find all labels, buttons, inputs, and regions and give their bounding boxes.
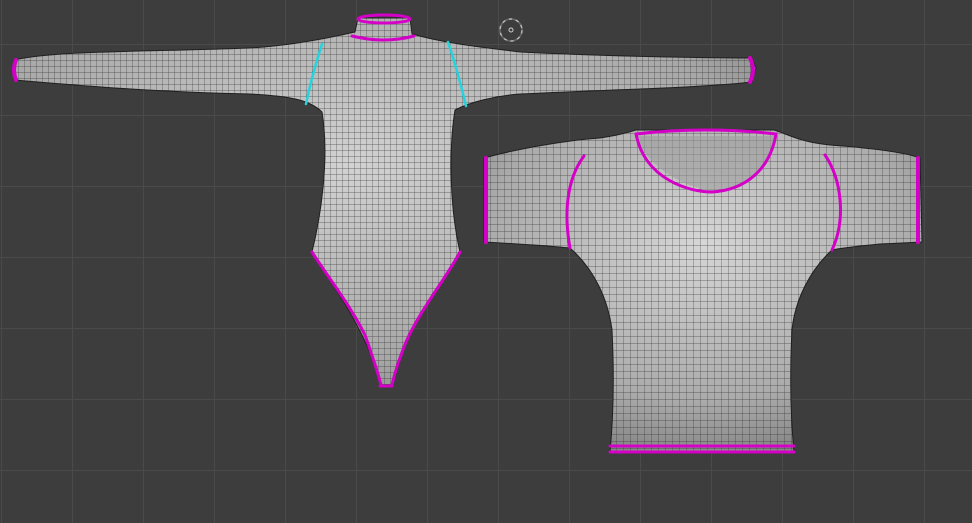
viewport-canvas[interactable] [0,0,972,523]
left-cuff-seam [12,58,18,82]
bodysuit-mesh[interactable] [0,0,972,523]
3d-cursor-icon[interactable] [499,18,523,42]
3d-viewport[interactable] [0,0,972,523]
